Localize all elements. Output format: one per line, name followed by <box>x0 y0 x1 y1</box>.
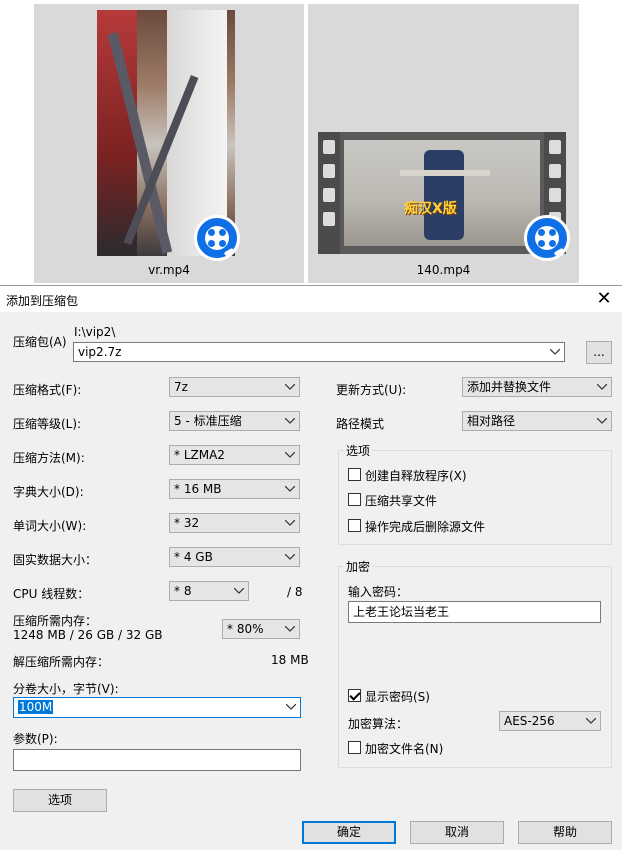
update-mode-value: 添加并替换文件 <box>467 380 552 394</box>
level-select[interactable]: 5 - 标准压缩 <box>169 411 300 431</box>
path-mode-label: 路径模式 <box>336 417 385 431</box>
solid-value: * 4 GB <box>174 550 213 564</box>
password-input[interactable]: 上老王论坛当老王 <box>348 601 601 623</box>
archive-directory: I:\vip2\ <box>74 325 116 339</box>
level-label: 压缩等级(L): <box>13 417 82 431</box>
title-bar: 添加到压缩包 ✕ <box>0 286 622 312</box>
archive-label: 压缩包(A) <box>13 335 67 349</box>
dict-value: * 16 MB <box>174 482 222 496</box>
volume-label: 分卷大小，字节(V): <box>13 682 119 696</box>
decompress-memory-value: 18 MB <box>271 653 309 667</box>
level-value: 5 - 标准压缩 <box>174 414 242 428</box>
delete-after-label: 操作完成后删除源文件 <box>365 520 486 534</box>
show-password-checkbox[interactable] <box>348 689 361 702</box>
method-select[interactable]: * LZMA2 <box>169 445 300 465</box>
options-button[interactable]: 选项 <box>13 789 107 812</box>
format-value: 7z <box>174 380 188 394</box>
solid-label: 固实数据大小： <box>13 553 98 567</box>
cpu-total: / 8 <box>287 585 303 599</box>
add-to-archive-dialog: 添加到压缩包 ✕ 压缩包(A) I:\vip2\ vip2.7z ... 压缩格… <box>0 285 622 850</box>
encryption-method-value: AES-256 <box>504 714 555 728</box>
archive-name-combo[interactable]: vip2.7z <box>73 342 565 362</box>
encryption-group-title: 加密 <box>344 558 373 575</box>
encrypt-names-label: 加密文件名(N) <box>365 742 444 756</box>
memory-value: 1248 MB / 26 GB / 32 GB <box>13 628 163 642</box>
memory-percent-value: * 80% <box>227 622 264 636</box>
dict-label: 字典大小(D): <box>13 485 84 499</box>
cpu-label: CPU 线程数： <box>13 587 90 601</box>
options-group-title: 选项 <box>344 442 373 459</box>
volume-size-combo[interactable]: 100M <box>13 697 301 718</box>
file-tile-vr[interactable]: vr.mp4 <box>34 4 304 283</box>
memory-percent-select[interactable]: * 80% <box>222 619 300 639</box>
chevron-down-icon <box>585 712 597 730</box>
shared-files-label: 压缩共享文件 <box>365 494 438 508</box>
show-password-label: 显示密码(S) <box>365 690 430 704</box>
method-value: * LZMA2 <box>174 448 225 462</box>
params-input[interactable] <box>13 749 301 771</box>
update-mode-select[interactable]: 添加并替换文件 <box>462 377 612 397</box>
params-label: 参数(P): <box>13 732 58 746</box>
cancel-button[interactable]: 取消 <box>410 821 504 844</box>
word-value: * 32 <box>174 516 200 530</box>
dict-select[interactable]: * 16 MB <box>169 479 300 499</box>
password-label: 输入密码： <box>348 585 409 599</box>
solid-select[interactable]: * 4 GB <box>169 547 300 567</box>
volume-size-value: 100M <box>18 700 54 714</box>
chevron-down-icon <box>596 412 608 430</box>
chevron-down-icon <box>284 446 296 464</box>
update-mode-label: 更新方式(U): <box>336 383 407 397</box>
cpu-select[interactable]: * 8 <box>169 581 249 601</box>
chevron-down-icon <box>284 620 296 638</box>
sfx-checkbox[interactable] <box>348 468 361 481</box>
chevron-down-icon <box>284 514 296 532</box>
encrypt-names-checkbox[interactable] <box>348 741 361 754</box>
delete-after-checkbox[interactable] <box>348 519 361 532</box>
decompress-memory-label: 解压缩所需内存： <box>13 655 110 669</box>
chevron-down-icon <box>233 582 245 600</box>
format-select[interactable]: 7z <box>169 377 300 397</box>
close-icon[interactable]: ✕ <box>592 287 616 311</box>
cpu-value: * 8 <box>174 584 192 598</box>
chevron-down-icon <box>549 343 561 361</box>
encryption-method-select[interactable]: AES-256 <box>499 711 601 731</box>
shared-files-checkbox[interactable] <box>348 493 361 506</box>
path-mode-value: 相对路径 <box>467 414 516 428</box>
chevron-down-icon <box>284 548 296 566</box>
chevron-down-icon <box>596 378 608 396</box>
archive-name-value: vip2.7z <box>78 345 122 359</box>
file-tile-140[interactable]: 痴汉X版 140.mp4 <box>308 4 579 283</box>
player-app-icon <box>194 215 240 261</box>
encryption-method-label: 加密算法： <box>348 717 409 731</box>
word-label: 单词大小(W): <box>13 519 87 533</box>
player-app-icon <box>524 215 570 261</box>
watermark-text: 痴汉X版 <box>404 201 457 217</box>
method-label: 压缩方法(M): <box>13 451 85 465</box>
help-button[interactable]: 帮助 <box>518 821 612 844</box>
format-label: 压缩格式(F): <box>13 383 82 397</box>
dialog-title: 添加到压缩包 <box>6 294 79 308</box>
chevron-down-icon <box>285 698 297 716</box>
sfx-label: 创建自释放程序(X) <box>365 469 467 483</box>
word-select[interactable]: * 32 <box>169 513 300 533</box>
memory-label: 压缩所需内存： <box>13 614 98 628</box>
ok-button[interactable]: 确定 <box>302 821 396 844</box>
file-view: vr.mp4 痴汉X版 140.mp4 <box>0 0 622 285</box>
file-name: vr.mp4 <box>148 263 190 277</box>
chevron-down-icon <box>284 480 296 498</box>
chevron-down-icon <box>284 378 296 396</box>
path-mode-select[interactable]: 相对路径 <box>462 411 612 431</box>
browse-button[interactable]: ... <box>586 341 612 364</box>
chevron-down-icon <box>284 412 296 430</box>
file-name: 140.mp4 <box>416 263 471 277</box>
